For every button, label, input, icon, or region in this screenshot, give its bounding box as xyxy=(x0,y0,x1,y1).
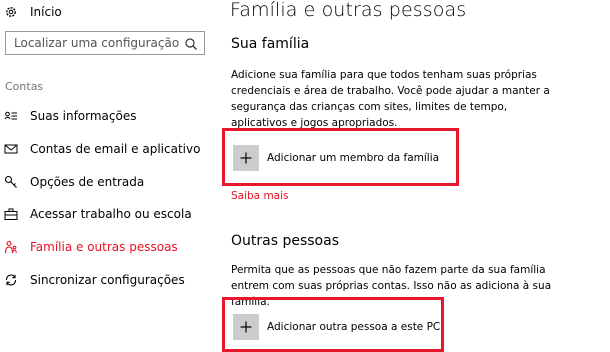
section-label: Contas xyxy=(5,80,44,93)
sidebar-item-email[interactable]: Contas de email e aplicativo xyxy=(4,139,200,159)
key-icon xyxy=(4,175,18,189)
others-description: Permita que as pessoas que não fazem par… xyxy=(231,264,552,308)
others-heading: Outras pessoas xyxy=(231,233,339,249)
plus-icon xyxy=(233,145,259,171)
gear-icon xyxy=(4,5,18,19)
sidebar-item-label: Família e outras pessoas xyxy=(30,240,178,254)
family-heading: Sua família xyxy=(231,36,310,52)
sidebar-item-label: Contas de email e aplicativo xyxy=(30,142,201,156)
briefcase-icon xyxy=(4,207,18,221)
sidebar-item-label: Acessar trabalho ou escola xyxy=(30,207,192,221)
sidebar: Início Contas Suas informações Contas de… xyxy=(0,0,215,352)
add-other-person-button[interactable]: Adicionar outra pessoa a este PC xyxy=(233,314,440,340)
learn-more-link[interactable]: Saiba mais xyxy=(231,190,289,202)
search-input[interactable] xyxy=(6,32,184,54)
sidebar-item-family[interactable]: Família e outras pessoas xyxy=(4,237,178,257)
home-nav-item[interactable]: Início xyxy=(4,2,62,22)
family-icon xyxy=(4,240,18,254)
main-content: Família e outras pessoas Sua família Adi… xyxy=(230,0,610,352)
page-title: Família e outras pessoas xyxy=(230,0,467,21)
sidebar-item-label: Suas informações xyxy=(30,109,137,123)
person-card-icon xyxy=(4,109,18,123)
search-box[interactable] xyxy=(5,31,205,55)
home-label: Início xyxy=(30,5,62,19)
mail-icon xyxy=(4,142,18,156)
family-description: Adicione sua família para que todos tenh… xyxy=(231,69,550,129)
add-other-person-label: Adicionar outra pessoa a este PC xyxy=(267,321,441,333)
sidebar-item-label: Sincronizar configurações xyxy=(30,273,185,287)
add-family-member-label: Adicionar um membro da família xyxy=(267,152,440,164)
sidebar-item-signin[interactable]: Opções de entrada xyxy=(4,172,144,192)
sidebar-item-work[interactable]: Acessar trabalho ou escola xyxy=(4,204,192,224)
sidebar-item-info[interactable]: Suas informações xyxy=(4,106,137,126)
search-icon[interactable] xyxy=(184,36,198,50)
sidebar-item-sync[interactable]: Sincronizar configurações xyxy=(4,270,185,290)
add-family-member-button[interactable]: Adicionar um membro da família xyxy=(233,145,439,171)
plus-icon xyxy=(233,314,259,340)
sidebar-item-label: Opções de entrada xyxy=(30,175,145,189)
sync-icon xyxy=(4,273,18,287)
